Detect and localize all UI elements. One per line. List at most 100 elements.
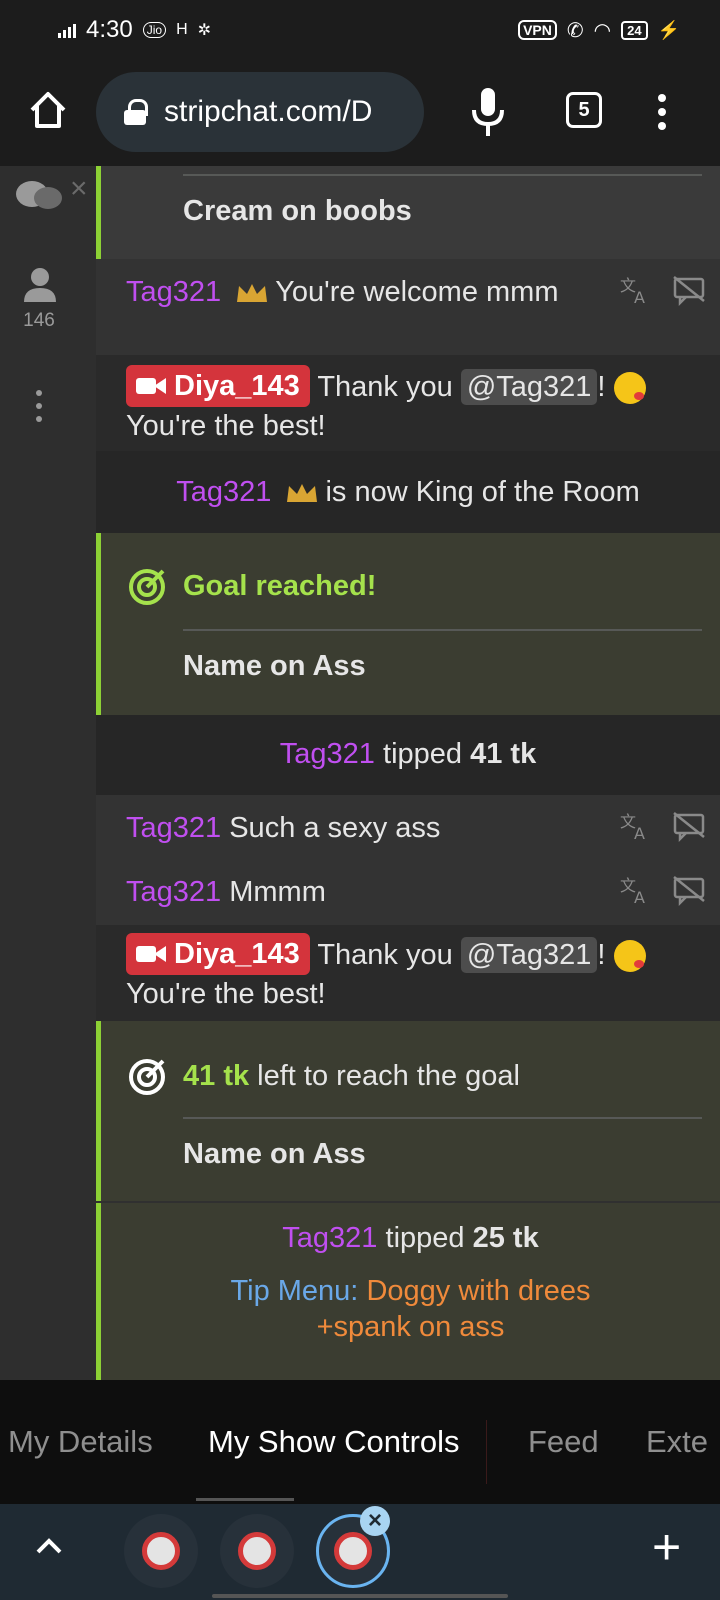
translate-icon[interactable]: 文A [618, 873, 652, 907]
tip-amount: 41 tk [470, 738, 537, 770]
message-body-line2: You're the best! [126, 410, 326, 442]
chat-bubble-icon [238, 1532, 276, 1570]
goal-progress-card: 41 tk left to reach the goal Name on Ass [96, 1021, 720, 1201]
bubble-bar: × + [0, 1504, 720, 1600]
target-icon [129, 1059, 165, 1095]
username[interactable]: Tag321 [126, 812, 221, 844]
punctuation: ! [597, 939, 606, 971]
report-message-icon[interactable] [672, 873, 706, 907]
username[interactable]: Tag321 [176, 476, 271, 508]
svg-text:A: A [634, 288, 645, 307]
username[interactable]: Tag321 [280, 738, 375, 770]
vpn-badge: VPN [518, 20, 557, 40]
carrier-badge: Jio [142, 22, 167, 38]
model-badge[interactable]: Diya_143 [126, 365, 310, 407]
chat-bubble-icon [142, 1532, 180, 1570]
active-tab-indicator [196, 1498, 294, 1501]
goal-card: Cream on boobs [96, 166, 720, 259]
browser-menu-icon[interactable] [658, 94, 668, 130]
goal-name: Name on Ass [183, 650, 366, 682]
close-chat-icon[interactable]: × [70, 172, 88, 206]
crown-icon [287, 484, 318, 503]
model-message: Diya_143 Thank you @Tag321! You're the b… [96, 925, 720, 1021]
status-bar: 4:30 Jio H ✲ VPN ✆ ◠ 24 ⚡ [0, 0, 720, 60]
translate-icon[interactable]: 文A [618, 809, 652, 843]
chevron-up-icon[interactable] [34, 1532, 64, 1562]
tab-my-details[interactable]: My Details [8, 1424, 153, 1460]
kiss-emoji-icon [613, 940, 646, 973]
username[interactable]: Tag321 [126, 276, 221, 308]
system-message: Tag321 is now King of the Room [96, 451, 720, 533]
report-message-icon[interactable] [672, 273, 706, 307]
lock-icon [124, 99, 148, 125]
settings-icon: ✲ [197, 22, 212, 39]
camera-icon [136, 944, 166, 964]
viewer-count: 146 [23, 310, 55, 331]
tip-menu-line: Tip Menu: Doggy with drees +spank on ass [191, 1273, 630, 1345]
tip-verb: tipped [385, 1222, 465, 1254]
crown-icon [237, 284, 268, 303]
tab-separator [486, 1420, 487, 1484]
viewers-icon[interactable] [22, 266, 58, 302]
microphone-icon[interactable] [470, 86, 506, 138]
browser-toolbar: stripchat.com/D 5 [0, 60, 720, 166]
model-username: Diya_143 [174, 938, 300, 970]
chat-side-rail: × 146 [0, 166, 96, 1380]
tab-feed[interactable]: Feed [528, 1424, 599, 1460]
message-body: Thank you [317, 939, 453, 971]
king-message: Tag321 is now King of the Room [96, 473, 720, 511]
tab-switcher-button[interactable]: 5 [566, 92, 602, 128]
tip-text: Tag321 tipped 41 tk [96, 735, 720, 773]
message-body-line2: You're the best! [126, 978, 326, 1010]
add-icon[interactable]: + [652, 1522, 681, 1572]
battery-indicator: 24 [621, 20, 648, 40]
goal-progress-text: 41 tk left to reach the goal [183, 1057, 520, 1095]
message-text: Tag321 Mmmm [126, 873, 326, 911]
chat-panel: × 146 Cream on boobs Tag321 You're welco… [0, 166, 720, 1380]
charging-icon: ⚡ [657, 19, 680, 40]
chat-message: Tag321 Mmmm 文A [96, 861, 720, 925]
address-bar[interactable]: stripchat.com/D [96, 72, 424, 152]
close-bubble-icon[interactable]: × [360, 1506, 390, 1536]
chat-bubbles-icon[interactable] [14, 178, 66, 214]
chat-messages: Cream on boobs Tag321 You're welcome mmm… [96, 166, 720, 1380]
chat-message: Tag321 You're welcome mmm 文A [96, 259, 720, 355]
tip-menu-label: Tip Menu: [230, 1275, 359, 1307]
mention[interactable]: @Tag321 [460, 369, 598, 405]
tip-verb: tipped [383, 738, 463, 770]
username[interactable]: Tag321 [126, 876, 221, 908]
message-text: Diya_143 Thank you @Tag321! You're the b… [126, 365, 706, 445]
tip-amount: 25 tk [472, 1222, 539, 1254]
gesture-bar [212, 1594, 508, 1598]
more-options-icon[interactable] [36, 390, 44, 429]
model-username: Diya_143 [174, 370, 300, 402]
network-type: H [176, 21, 188, 38]
username[interactable]: Tag321 [282, 1222, 377, 1254]
camera-icon [136, 376, 166, 396]
goal-name: Cream on boobs [183, 195, 412, 227]
tab-extensions[interactable]: Exte [646, 1424, 708, 1460]
report-message-icon[interactable] [672, 809, 706, 843]
chat-bubble-2[interactable] [220, 1514, 294, 1588]
chat-bubble-1[interactable] [124, 1514, 198, 1588]
divider [183, 174, 702, 176]
model-badge[interactable]: Diya_143 [126, 933, 310, 975]
punctuation: ! [597, 371, 606, 403]
home-icon[interactable] [26, 88, 70, 132]
tip-message: Tag321 tipped 41 tk [96, 715, 720, 795]
tip-menu-message: Tag321 tipped 25 tk Tip Menu: Doggy with… [96, 1203, 720, 1380]
tip-menu-item: Doggy with drees +spank on ass [316, 1275, 591, 1343]
status-time: 4:30 [86, 16, 133, 43]
divider [183, 629, 702, 631]
call-icon: ✆ [566, 19, 584, 42]
goal-name: Name on Ass [183, 1138, 366, 1170]
goal-card: Goal reached! Name on Ass [96, 533, 720, 715]
target-icon [129, 569, 165, 605]
mention[interactable]: @Tag321 [460, 937, 598, 973]
translate-icon[interactable]: 文A [618, 273, 652, 307]
message-text: Diya_143 Thank you @Tag321! You're the b… [126, 933, 706, 1013]
tab-my-show-controls[interactable]: My Show Controls [208, 1424, 460, 1460]
wifi-icon: ◠ [593, 19, 612, 42]
kiss-emoji-icon [613, 372, 646, 405]
svg-text:A: A [634, 888, 645, 907]
